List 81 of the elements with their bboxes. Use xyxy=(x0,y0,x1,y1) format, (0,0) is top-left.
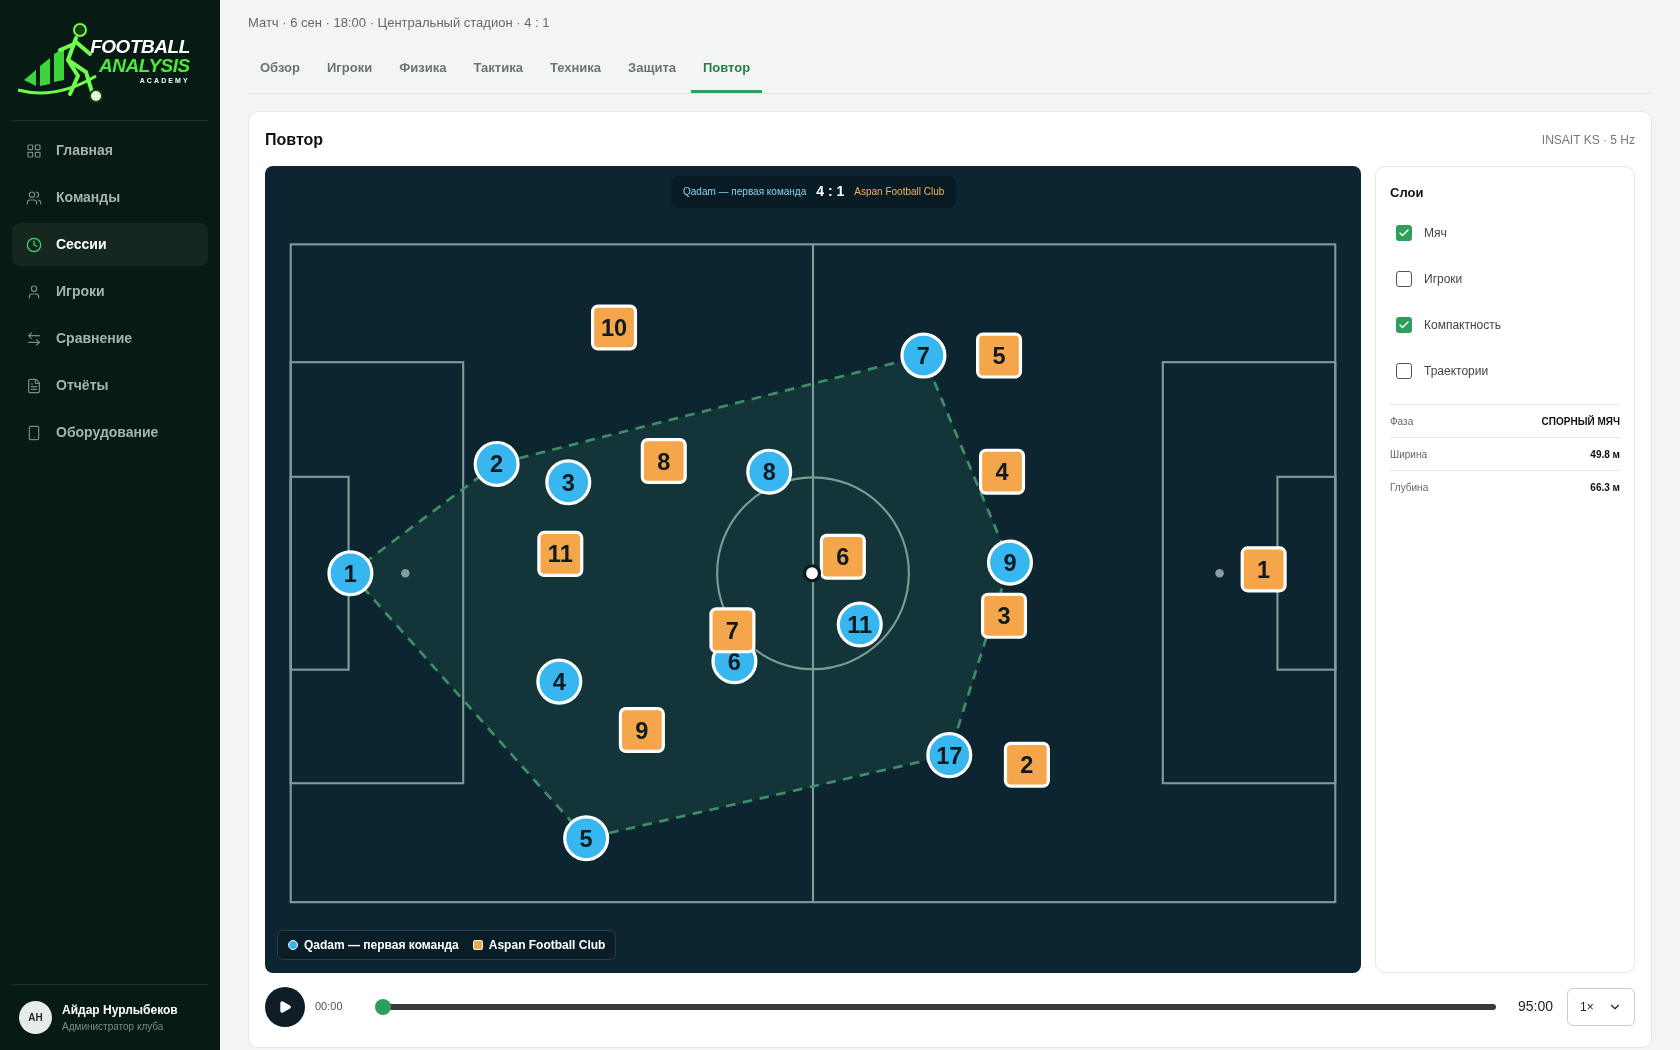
data-source: INSAIT KS · 5 Hz xyxy=(1541,131,1635,149)
timeline-thumb[interactable] xyxy=(375,998,391,1015)
arrows-icon xyxy=(26,330,42,347)
tab[interactable]: Техника xyxy=(537,46,614,93)
stat-value: СПОРНЫЙ МЯЧ xyxy=(1541,414,1620,429)
player-marker[interactable]: 1 xyxy=(327,549,374,596)
tab[interactable]: Обзор xyxy=(248,46,312,93)
player-marker[interactable]: 1 xyxy=(1240,545,1287,592)
layer-label: Игроки xyxy=(1424,271,1463,288)
player-marker[interactable]: 7 xyxy=(709,606,756,653)
player-marker[interactable]: 2 xyxy=(1003,741,1050,788)
player-marker[interactable]: 9 xyxy=(986,539,1033,586)
user-icon xyxy=(26,283,42,300)
score: 4 : 1 xyxy=(816,182,845,201)
document-icon xyxy=(26,377,42,394)
legend-label: Aspan Football Club xyxy=(488,936,606,954)
home-team-name: Qadam — первая команда xyxy=(683,185,807,199)
layer-checkbox[interactable] xyxy=(1396,317,1412,333)
nav-item[interactable]: Сравнение xyxy=(12,317,208,360)
stat-label: Фаза xyxy=(1390,414,1414,429)
page-subtitle: Матч · 6 сен · 18:00 · Центральный стадион · 4 : 1 xyxy=(248,14,551,32)
clock-icon xyxy=(26,236,42,253)
stat-label: Глубина xyxy=(1390,480,1429,495)
layer-label: Траектории xyxy=(1424,363,1489,380)
stat-value: 66.3 м xyxy=(1590,480,1620,495)
circle-marker-icon xyxy=(288,939,298,950)
logo-text: FOOTBALL xyxy=(90,36,190,56)
layer-checkbox[interactable] xyxy=(1396,225,1412,241)
stat-value: 49.8 м xyxy=(1590,447,1620,462)
check-icon xyxy=(1398,227,1410,239)
speed-select[interactable]: 1× xyxy=(1567,987,1635,1026)
logo-text: ANALYSIS xyxy=(98,55,190,75)
player-marker[interactable]: 3 xyxy=(980,592,1028,639)
player-marker[interactable]: 9 xyxy=(618,706,665,753)
player-marker[interactable]: 11 xyxy=(537,530,584,577)
layer-checkbox[interactable] xyxy=(1396,271,1412,287)
player-marker[interactable]: 7 xyxy=(900,332,947,379)
grid-icon xyxy=(26,142,42,159)
square-marker-icon xyxy=(472,939,483,950)
nav-item[interactable]: Отчёты xyxy=(12,364,208,407)
tab[interactable]: Игроки xyxy=(315,46,385,93)
layer-checkbox[interactable] xyxy=(1396,363,1412,379)
player-marker[interactable]: 4 xyxy=(536,658,583,705)
away-team-name: Aspan Football Club xyxy=(854,185,945,199)
player-marker[interactable]: 5 xyxy=(976,332,1023,379)
tab[interactable]: Защита xyxy=(616,46,688,93)
play-button[interactable] xyxy=(265,986,305,1027)
panel-title: Слои xyxy=(1390,183,1425,202)
layer-label: Мяч xyxy=(1424,225,1447,242)
nav-item[interactable]: Игроки xyxy=(12,270,208,313)
player-marker[interactable]: 8 xyxy=(640,437,687,484)
player-marker[interactable]: 10 xyxy=(591,304,638,351)
player-marker[interactable]: 3 xyxy=(545,458,592,505)
user-name: Айдар Нурлыбеков xyxy=(62,1002,178,1019)
layer-label: Компактность xyxy=(1424,317,1501,334)
tab[interactable]: Физика xyxy=(387,46,459,93)
legend-label: Qadam — первая команда xyxy=(304,936,459,954)
card-title: Повтор xyxy=(265,129,324,150)
total-time: 95:00 xyxy=(1517,997,1553,1016)
check-icon xyxy=(1398,319,1410,331)
nav-item[interactable]: Команды xyxy=(12,176,208,219)
tab[interactable]: Повтор xyxy=(691,46,763,93)
tab[interactable]: Тактика xyxy=(461,46,535,93)
users-icon xyxy=(26,189,42,206)
player-marker[interactable]: 5 xyxy=(563,814,610,861)
phone-icon xyxy=(26,424,42,441)
nav-item[interactable]: Сессии xyxy=(12,223,208,266)
player-marker[interactable]: 4 xyxy=(979,448,1026,495)
player-marker[interactable]: 6 xyxy=(819,533,866,580)
current-time: 00:00 xyxy=(315,999,344,1015)
ball-marker xyxy=(802,563,822,582)
player-marker[interactable]: 2 xyxy=(473,440,520,487)
player-marker[interactable]: 8 xyxy=(746,448,793,495)
player-marker[interactable]: 17 xyxy=(926,731,973,778)
nav-item[interactable]: Оборудование xyxy=(12,411,208,454)
user-role: Администратор клуба xyxy=(62,1020,165,1034)
stat-label: Ширина xyxy=(1390,447,1427,462)
play-icon xyxy=(278,999,292,1014)
user-avatar: АН xyxy=(19,1001,52,1034)
nav-item[interactable]: Главная xyxy=(12,129,208,172)
player-marker[interactable]: 11 xyxy=(836,601,883,648)
